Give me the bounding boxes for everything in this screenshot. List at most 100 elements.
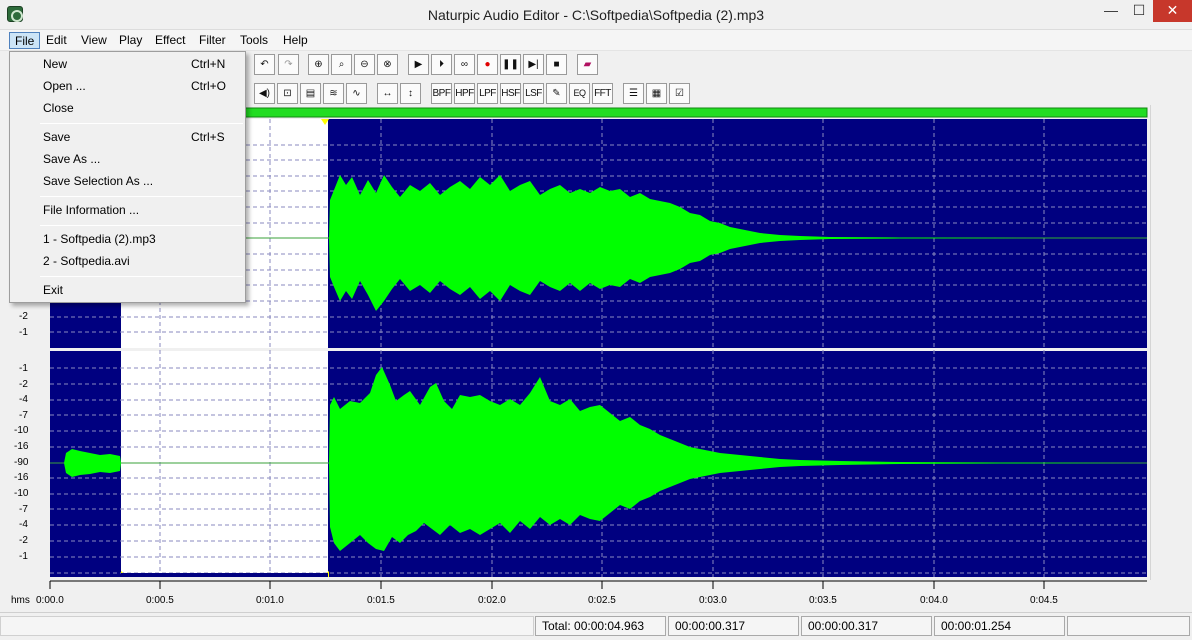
file-menu-label: Open ... xyxy=(43,79,86,93)
edit-filter-button[interactable]: ✎ xyxy=(546,83,567,104)
status-selection-start: 00:00:00.317 xyxy=(668,616,799,636)
time-tick-label: 0:00.0 xyxy=(36,595,64,606)
fft-button[interactable]: FFT xyxy=(592,83,613,104)
menu-help[interactable]: Help xyxy=(278,32,313,49)
play-next-button[interactable]: ▶| xyxy=(523,54,544,75)
eq-button[interactable]: EQ xyxy=(569,83,590,104)
file-menu-close[interactable]: Close xyxy=(11,98,244,118)
record-button[interactable]: ● xyxy=(477,54,498,75)
spectrum-button[interactable]: ▦ xyxy=(646,83,667,104)
menu-tools[interactable]: Tools xyxy=(235,32,273,49)
status-selection-end: 00:00:00.317 xyxy=(801,616,932,636)
book-icon: ▰ xyxy=(583,59,592,70)
file-menu-save-as[interactable]: Save As ... xyxy=(11,149,244,169)
menu-separator xyxy=(40,123,243,124)
lpf-button[interactable]: LPF xyxy=(477,83,498,104)
time-tick-label: 0:03.0 xyxy=(699,595,727,606)
file-menu-exit[interactable]: Exit xyxy=(11,280,244,300)
play-button[interactable]: ▶ xyxy=(408,54,429,75)
zoom-in-button[interactable]: ⊕ xyxy=(308,54,329,75)
fade-icon: ▤ xyxy=(305,88,316,99)
menu-view[interactable]: View xyxy=(76,32,112,49)
bpf-button[interactable]: BPF xyxy=(431,83,452,104)
file-menu-new[interactable]: New Ctrl+N xyxy=(11,54,244,74)
bottom-channel-label: -10 xyxy=(14,488,29,499)
speaker-icon: ◀) xyxy=(258,88,271,99)
zoom-fit-button[interactable]: ⊗ xyxy=(377,54,398,75)
file-menu-open[interactable]: Open ... Ctrl+O xyxy=(11,76,244,96)
menu-effect[interactable]: Effect xyxy=(150,32,190,49)
file-menu-save-selection-as[interactable]: Save Selection As ... xyxy=(11,171,244,191)
play-selection-button[interactable]: ⏵ xyxy=(431,54,452,75)
minimize-button[interactable]: — xyxy=(1097,0,1125,22)
file-menu-label: Save xyxy=(43,130,71,144)
time-tick-label: 0:04.5 xyxy=(1030,595,1058,606)
stretch-button[interactable]: ↔ xyxy=(377,83,398,104)
pitch-button[interactable]: ↕ xyxy=(400,83,421,104)
time-tick-label: 0:03.5 xyxy=(809,595,837,606)
hsf-button[interactable]: HSF xyxy=(500,83,521,104)
file-menu-shortcut: Ctrl+N xyxy=(191,57,226,71)
hpf-button[interactable]: HPF xyxy=(454,83,475,104)
time-unit-label: hms xyxy=(11,595,30,606)
settings-button[interactable]: ☑ xyxy=(669,83,690,104)
time-tick-label: 0:01.0 xyxy=(256,595,284,606)
pencil-icon: ✎ xyxy=(552,88,561,99)
bottom-channel-label: -2 xyxy=(19,379,28,390)
zoom-fit-icon: ⊗ xyxy=(383,59,392,70)
chart-icon: ☰ xyxy=(629,88,638,99)
pause-button[interactable]: ❚❚ xyxy=(500,54,521,75)
loop-icon: ∞ xyxy=(460,59,469,70)
volume-effect-button[interactable]: ◀) xyxy=(254,83,275,104)
echo-icon: ≋ xyxy=(329,88,338,99)
bottom-channel-label: -4 xyxy=(19,519,28,530)
status-selection-length: 00:00:01.254 xyxy=(934,616,1065,636)
maximize-button[interactable]: ☐ xyxy=(1125,0,1153,22)
normalize-button[interactable]: ⊡ xyxy=(277,83,298,104)
normalize-icon: ⊡ xyxy=(283,88,292,99)
bottom-channel-label: -2 xyxy=(19,535,28,546)
zoom-selection-button[interactable]: ⌕ xyxy=(331,54,352,75)
menu-filter[interactable]: Filter xyxy=(194,32,231,49)
zoom-in-icon: ⊕ xyxy=(314,59,323,70)
time-ruler-ticks xyxy=(49,581,1045,589)
menu-play[interactable]: Play xyxy=(114,32,147,49)
status-total: Total: 00:00:04.963 xyxy=(535,616,666,636)
reverb-button[interactable]: ∿ xyxy=(346,83,367,104)
bottom-channel-label: -7 xyxy=(19,410,28,421)
menu-edit[interactable]: Edit xyxy=(41,32,72,49)
file-menu-label: 2 - Softpedia.avi xyxy=(43,254,130,268)
lsf-button[interactable]: LSF xyxy=(523,83,544,104)
spectrum-icon: ▦ xyxy=(651,88,662,99)
bottom-channel-label: -7 xyxy=(19,504,28,515)
menu-separator xyxy=(40,196,243,197)
stop-icon: ■ xyxy=(553,59,560,70)
record-icon: ● xyxy=(484,59,491,70)
play-icon: ▶ xyxy=(414,59,423,70)
file-menu-recent-1[interactable]: 1 - Softpedia (2).mp3 xyxy=(11,229,244,249)
redo-button[interactable]: ↷ xyxy=(278,54,299,75)
file-menu-file-information[interactable]: File Information ... xyxy=(11,200,244,220)
fade-button[interactable]: ▤ xyxy=(300,83,321,104)
book-button[interactable]: ▰ xyxy=(577,54,598,75)
pitch-icon: ↕ xyxy=(408,88,413,99)
top-channel-label: -1 xyxy=(19,327,28,338)
bottom-channel-label: -90 xyxy=(14,457,29,468)
analysis-button[interactable]: ☰ xyxy=(623,83,644,104)
zoom-out-icon: ⊖ xyxy=(360,59,369,70)
bottom-channel-label: -10 xyxy=(14,425,29,436)
file-menu-label: Save Selection As ... xyxy=(43,174,154,188)
loop-button[interactable]: ∞ xyxy=(454,54,475,75)
close-button[interactable]: ✕ xyxy=(1153,0,1192,22)
stop-button[interactable]: ■ xyxy=(546,54,567,75)
undo-button[interactable]: ↶ xyxy=(254,54,275,75)
file-menu-recent-2[interactable]: 2 - Softpedia.avi xyxy=(11,251,244,271)
zoom-selection-icon: ⌕ xyxy=(338,59,345,70)
vertical-scrollbar[interactable] xyxy=(1150,105,1168,580)
zoom-out-button[interactable]: ⊖ xyxy=(354,54,375,75)
top-channel-label: -2 xyxy=(19,311,28,322)
file-menu-save[interactable]: Save Ctrl+S xyxy=(11,127,244,147)
menu-file[interactable]: File xyxy=(9,32,41,49)
echo-button[interactable]: ≋ xyxy=(323,83,344,104)
time-tick-label: 0:04.0 xyxy=(920,595,948,606)
